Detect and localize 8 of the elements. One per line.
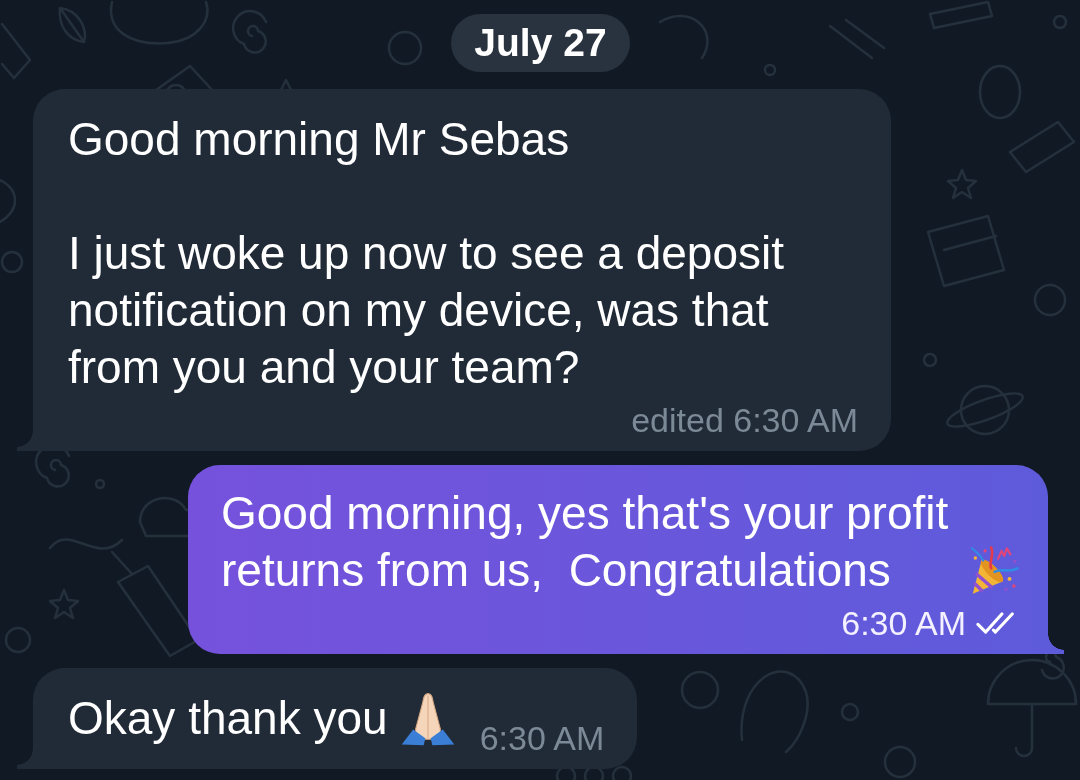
message-time: edited 6:30 AM: [631, 400, 858, 440]
praying-hands-icon: [399, 691, 456, 747]
message-text: Good morning Mr Sebas I just woke up now to see a deposit notification on my device, was that from you and your team?: [68, 112, 785, 395]
message-text: Good morning, yes that's your profit returns from us, Congratulations: [221, 486, 950, 598]
message-time: 6:30 AM: [479, 718, 605, 758]
message-time: 6:30 AM: [841, 603, 966, 643]
message-text: Okay thank you: [68, 691, 388, 746]
date-badge: July 27: [451, 14, 630, 72]
